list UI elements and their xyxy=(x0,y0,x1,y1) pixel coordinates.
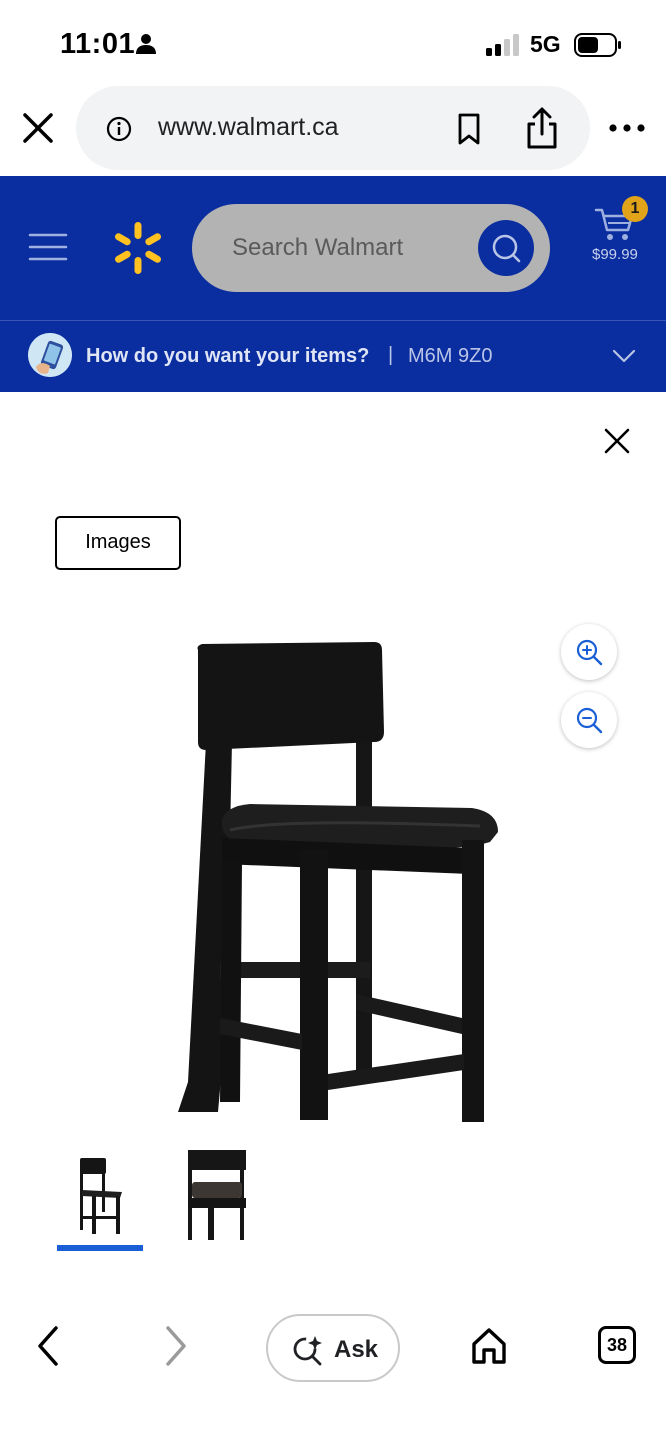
battery-icon xyxy=(574,33,621,57)
cart-total: $99.99 xyxy=(592,246,638,263)
product-image-bar-stool[interactable] xyxy=(160,642,520,1132)
postal-code: M6M 9Z0 xyxy=(408,345,493,367)
search-input[interactable]: Search Walmart xyxy=(232,234,403,262)
back-icon[interactable] xyxy=(32,1322,64,1370)
zoom-out-icon xyxy=(576,707,603,734)
tabs-button[interactable]: 38 xyxy=(598,1326,636,1364)
signal-icon xyxy=(486,34,519,56)
ai-search-icon xyxy=(293,1336,322,1366)
selected-thumbnail-indicator xyxy=(57,1245,143,1251)
bookmark-icon[interactable] xyxy=(454,112,484,146)
address-bar[interactable]: www.walmart.ca xyxy=(76,86,590,170)
walmart-spark-logo[interactable] xyxy=(112,220,164,276)
cart-count-badge: 1 xyxy=(622,196,648,222)
more-icon[interactable] xyxy=(608,122,646,134)
status-time: 11:01 xyxy=(60,28,136,60)
person-icon xyxy=(136,34,156,54)
close-icon[interactable] xyxy=(20,110,56,146)
delivery-phone-icon xyxy=(28,333,72,377)
close-icon[interactable] xyxy=(604,428,630,454)
ask-label: Ask xyxy=(334,1336,379,1363)
zoom-in-button[interactable] xyxy=(561,624,617,680)
forward-icon[interactable] xyxy=(160,1322,192,1370)
delivery-question: How do you want your items? xyxy=(86,345,370,367)
browser-bar: www.walmart.ca xyxy=(0,86,666,176)
menu-icon[interactable] xyxy=(28,232,68,262)
browser-toolbar: Ask 38 xyxy=(0,1292,666,1440)
home-icon[interactable] xyxy=(470,1326,508,1366)
delivery-separator: | xyxy=(388,344,394,366)
ask-button[interactable]: Ask xyxy=(266,1314,400,1382)
status-bar: 11:01 5G xyxy=(0,0,666,86)
network-type: 5G xyxy=(530,31,561,57)
url-text[interactable]: www.walmart.ca xyxy=(158,113,339,142)
zoom-in-icon xyxy=(576,639,603,666)
info-icon[interactable] xyxy=(106,116,132,142)
share-icon[interactable] xyxy=(524,106,560,150)
delivery-selector[interactable]: How do you want your items? | M6M 9Z0 xyxy=(0,320,666,392)
search-bar[interactable]: Search Walmart xyxy=(192,204,550,292)
chair-front-thumbnail[interactable] xyxy=(72,1150,128,1240)
walmart-header: Search Walmart 1 $99.99 xyxy=(0,176,666,320)
chevron-down-icon[interactable] xyxy=(612,349,636,363)
tab-images[interactable]: Images xyxy=(55,516,181,570)
search-icon xyxy=(492,234,521,263)
search-button[interactable] xyxy=(478,220,534,276)
cart-button[interactable]: 1 $99.99 xyxy=(592,196,652,272)
chair-seat-thumbnail[interactable] xyxy=(184,1150,248,1240)
zoom-out-button[interactable] xyxy=(561,692,617,748)
image-viewer-modal: Images xyxy=(0,392,666,1292)
